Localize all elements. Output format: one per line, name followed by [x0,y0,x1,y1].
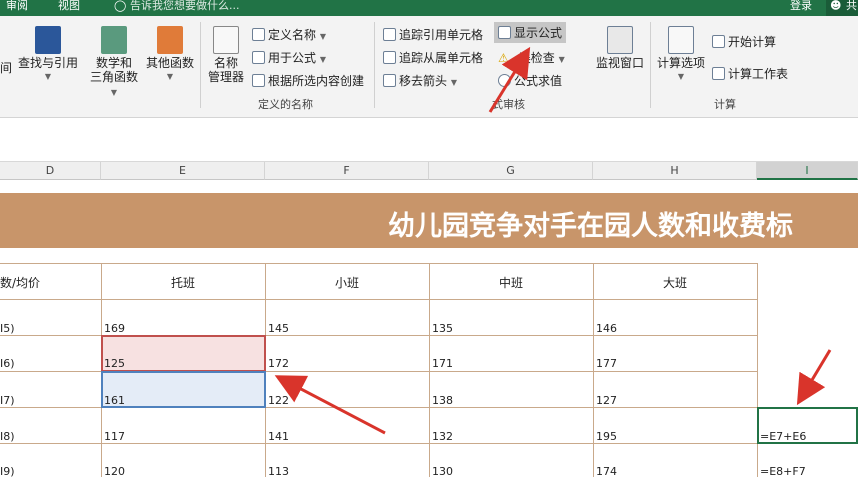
annotation-arrows [274,46,832,435]
arrow-to-show-formulas [488,46,531,113]
arrow-to-precedent-cell [274,375,386,435]
arrow-to-formula-cell [796,349,832,406]
